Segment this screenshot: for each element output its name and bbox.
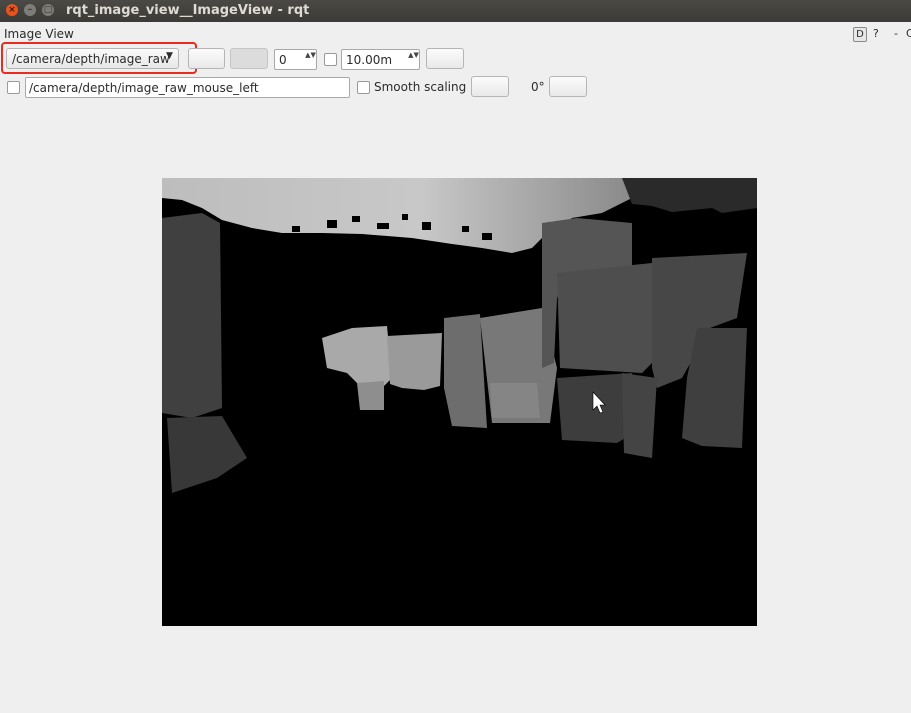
help-button[interactable]: ? — [873, 27, 879, 40]
min-value-spinbox[interactable]: 0 ▲▼ — [274, 49, 317, 70]
spin-arrows-icon[interactable]: ▲▼ — [408, 51, 419, 60]
publish-mouse-checkbox[interactable] — [7, 81, 20, 94]
max-value-spinbox[interactable]: 10.00m ▲▼ — [341, 49, 420, 70]
spin-arrows-icon[interactable]: ▲▼ — [305, 51, 316, 60]
dock-button[interactable]: D — [853, 27, 867, 42]
window-titlebar: × – □ rqt_image_view__ImageView - rqt — [0, 0, 911, 22]
max-range-checkbox[interactable] — [324, 53, 337, 66]
smooth-scaling-label: Smooth scaling — [374, 80, 467, 94]
window-close-button[interactable]: × — [6, 4, 18, 16]
min-value: 0 — [279, 53, 287, 67]
depth-image — [162, 178, 757, 626]
close-plugin-button[interactable]: C — [906, 27, 911, 40]
depth-image-view[interactable] — [162, 178, 757, 626]
dynamic-range-button[interactable] — [230, 48, 268, 69]
window-maximize-button[interactable]: □ — [42, 4, 54, 16]
refresh-topics-button[interactable] — [188, 48, 225, 69]
rotate-left-button[interactable] — [471, 76, 509, 97]
window-minimize-button[interactable]: – — [24, 4, 36, 16]
max-value: 10.00m — [346, 53, 393, 67]
annotation-highlight-box — [1, 42, 197, 74]
save-image-button[interactable] — [426, 48, 464, 69]
minimize-plugin-button[interactable]: - — [894, 27, 898, 40]
plugin-title: Image View — [4, 27, 74, 41]
mouse-topic-input[interactable]: /camera/depth/image_raw_mouse_left — [25, 77, 350, 98]
rotate-right-button[interactable] — [549, 76, 587, 97]
mouse-topic-value: /camera/depth/image_raw_mouse_left — [29, 81, 259, 95]
window-title: rqt_image_view__ImageView - rqt — [66, 3, 310, 18]
rotation-label: 0° — [531, 80, 545, 94]
smooth-scaling-checkbox[interactable] — [357, 81, 370, 94]
